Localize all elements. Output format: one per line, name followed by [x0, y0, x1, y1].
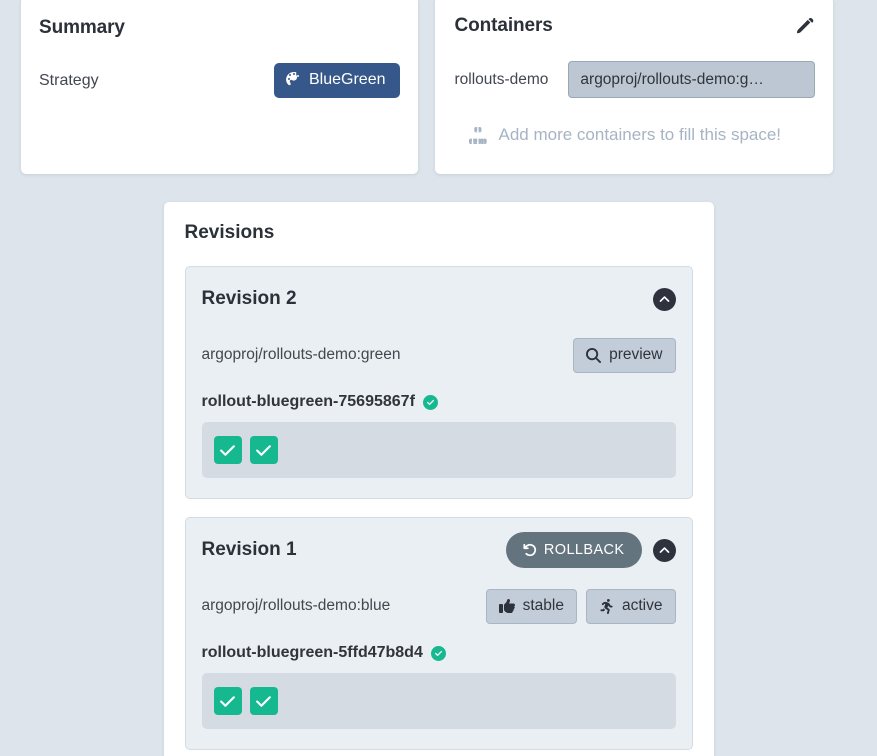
rotate-left-icon: [523, 543, 537, 557]
revision-image-row: argoproj/rollouts-demo:green preview: [202, 337, 676, 373]
pods-container: [201, 422, 676, 478]
summary-card: Summary Strategy BlueGreen: [21, 0, 418, 174]
revision-tags: preview: [573, 337, 676, 373]
container-row: rollouts-demo argoproj/rollouts-demo:g…: [454, 61, 815, 98]
revision-image-row: argoproj/rollouts-demo:blue stable activ…: [202, 588, 676, 624]
replicaset-name: rollout-bluegreen-75695867f: [201, 393, 415, 410]
palette-icon: [286, 72, 302, 88]
revision-tag-preview[interactable]: preview: [573, 337, 676, 373]
revision-image: argoproj/rollouts-demo:green: [201, 346, 401, 363]
replicaset-name: rollout-bluegreen-5ffd47b8d4: [201, 644, 423, 661]
add-more-containers[interactable]: Add more containers to fill this space!: [455, 125, 816, 145]
check-circle-icon: [430, 645, 446, 661]
add-more-containers-label: Add more containers to fill this space!: [498, 125, 782, 144]
revisions-section: Revisions Revision 2 argoproj/rollouts-d…: [0, 174, 877, 756]
thumbs-up-icon: [498, 598, 515, 614]
summary-strategy-row: Strategy BlueGreen: [39, 63, 400, 98]
rollback-button[interactable]: ROLLBACK: [505, 532, 642, 568]
revision-tag-label: preview: [609, 346, 663, 363]
revision-card: Revision 1 ROLLBACK argoproj/rollouts-de…: [184, 517, 693, 750]
revision-image: argoproj/rollouts-demo:blue: [201, 597, 391, 614]
pod-status-healthy[interactable]: [213, 436, 242, 464]
revision-header-actions: ROLLBACK: [505, 532, 676, 568]
revision-header-actions: [652, 287, 676, 311]
revision-card: Revision 2 argoproj/rollouts-demo:green: [184, 266, 693, 499]
running-person-icon: [599, 598, 614, 614]
summary-card-header: Summary: [39, 17, 400, 39]
containers-card: Containers rollouts-demo argoproj/rollou…: [434, 0, 833, 174]
revision-title: Revision 1: [201, 539, 297, 560]
replicaset-name-row: rollout-bluegreen-75695867f: [202, 393, 676, 411]
revision-header: Revision 2: [202, 281, 676, 317]
replicaset-name-row: rollout-bluegreen-5ffd47b8d4: [202, 644, 676, 662]
rollback-button-label: ROLLBACK: [543, 542, 625, 558]
revisions-title: Revisions: [184, 222, 275, 243]
strategy-value: BlueGreen: [309, 71, 386, 88]
revision-tags: stable active: [485, 588, 676, 624]
pod-status-healthy[interactable]: [249, 687, 278, 715]
revision-header: Revision 1 ROLLBACK: [202, 532, 676, 568]
check-circle-icon: [422, 394, 438, 410]
revision-tag-label: active: [622, 597, 663, 614]
boxes-icon: [468, 126, 488, 145]
container-name: rollouts-demo: [454, 70, 549, 88]
container-image-input[interactable]: argoproj/rollouts-demo:g…: [568, 61, 815, 98]
pencil-icon[interactable]: [795, 16, 815, 36]
revisions-card: Revisions Revision 2 argoproj/rollouts-d…: [163, 202, 714, 756]
revision-collapse-button[interactable]: [652, 538, 676, 562]
strategy-badge[interactable]: BlueGreen: [274, 63, 400, 98]
pod-status-healthy[interactable]: [249, 436, 278, 464]
magnifier-icon: [586, 347, 602, 363]
containers-card-header: Containers: [455, 15, 816, 37]
revision-title: Revision 2: [201, 288, 297, 309]
top-cards-row: Summary Strategy BlueGreen Containers ro…: [0, 0, 877, 174]
revision-tag-active[interactable]: active: [586, 588, 676, 624]
containers-title: Containers: [454, 15, 553, 36]
revision-tag-label: stable: [522, 597, 564, 614]
pods-container: [201, 673, 676, 729]
strategy-label: Strategy: [39, 71, 99, 89]
summary-title: Summary: [39, 17, 125, 38]
pod-status-healthy[interactable]: [213, 687, 242, 715]
revision-tag-stable[interactable]: stable: [485, 588, 577, 624]
revision-collapse-button[interactable]: [652, 287, 676, 311]
